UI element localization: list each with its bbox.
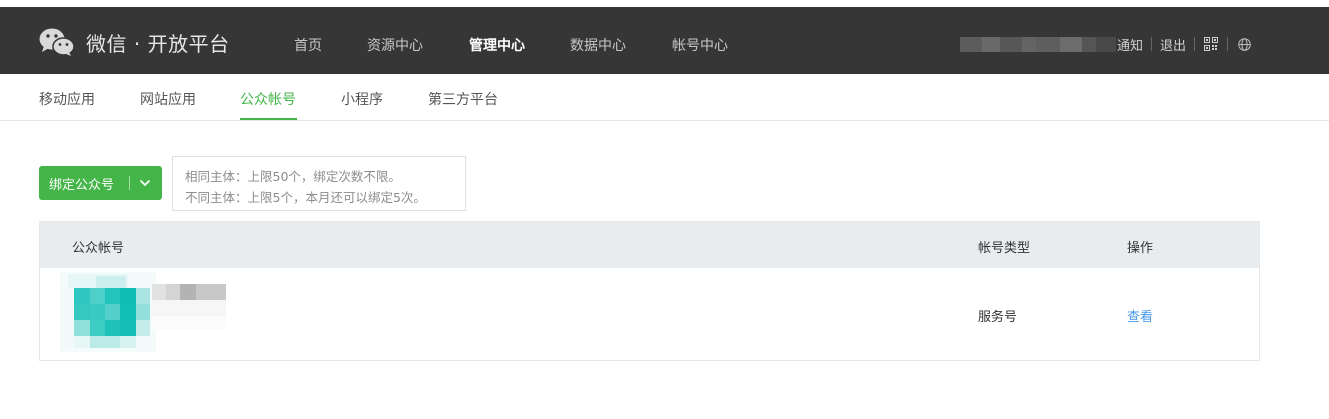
account-name-blurred [152,284,228,332]
brand[interactable]: 微信 · 开放平台 [39,26,230,58]
window-top-strip [0,0,1329,7]
divider [1194,37,1196,51]
chevron-down-icon[interactable] [138,176,152,190]
nav-resources[interactable]: 资源中心 [367,35,423,55]
official-account-table: 公众帐号 帐号类型 操作 服务号 查看 [39,221,1260,361]
header-right-links: 通知 退出 [1117,35,1252,54]
nav-home[interactable]: 首页 [294,35,322,55]
globe-icon[interactable] [1236,36,1252,52]
user-account-blurred[interactable] [960,37,1120,52]
subnav-website-app[interactable]: 网站应用 [140,89,196,109]
sub-nav: 移动应用 网站应用 公众帐号 小程序 第三方平台 [0,74,1329,121]
bind-official-account-button[interactable]: 绑定公众号 [39,166,162,200]
column-account-type: 帐号类型 [978,241,1031,256]
nav-management[interactable]: 管理中心 [469,35,525,55]
column-account: 公众帐号 [72,241,125,256]
active-tab-indicator [240,118,297,120]
avatar [60,272,156,352]
subnav-mini-program[interactable]: 小程序 [341,89,383,109]
view-link[interactable]: 查看 [1127,306,1153,325]
divider [1151,37,1153,51]
tip-different-entity: 不同主体：上限5个，本月还可以绑定5次。 [185,190,426,205]
nav-data[interactable]: 数据中心 [570,35,626,55]
subnav-mobile-app[interactable]: 移动应用 [39,89,95,109]
nav-account[interactable]: 帐号中心 [672,35,728,55]
button-divider [129,176,130,190]
table-row: 服务号 查看 [40,268,1259,360]
subnav-third-party[interactable]: 第三方平台 [428,89,498,109]
account-type-value: 服务号 [978,310,1018,325]
brand-title: 微信 · 开放平台 [86,31,230,56]
column-actions: 操作 [1127,241,1154,256]
table-header: 公众帐号 帐号类型 操作 [40,222,1259,268]
wechat-logo-icon [39,27,75,57]
divider [1227,37,1229,51]
tip-same-entity: 相同主体：上限50个，绑定次数不限。 [185,169,401,184]
top-navbar: 微信 · 开放平台 首页 资源中心 管理中心 数据中心 帐号中心 通知 退出 [0,7,1329,74]
bind-button-label: 绑定公众号 [49,177,115,193]
qrcode-icon[interactable] [1203,36,1219,52]
binding-limit-tip: 相同主体：上限50个，绑定次数不限。 不同主体：上限5个，本月还可以绑定5次。 [172,156,466,211]
subnav-official-account[interactable]: 公众帐号 [240,89,296,109]
logout-link[interactable]: 退出 [1160,35,1186,54]
notify-link[interactable]: 通知 [1117,35,1143,54]
